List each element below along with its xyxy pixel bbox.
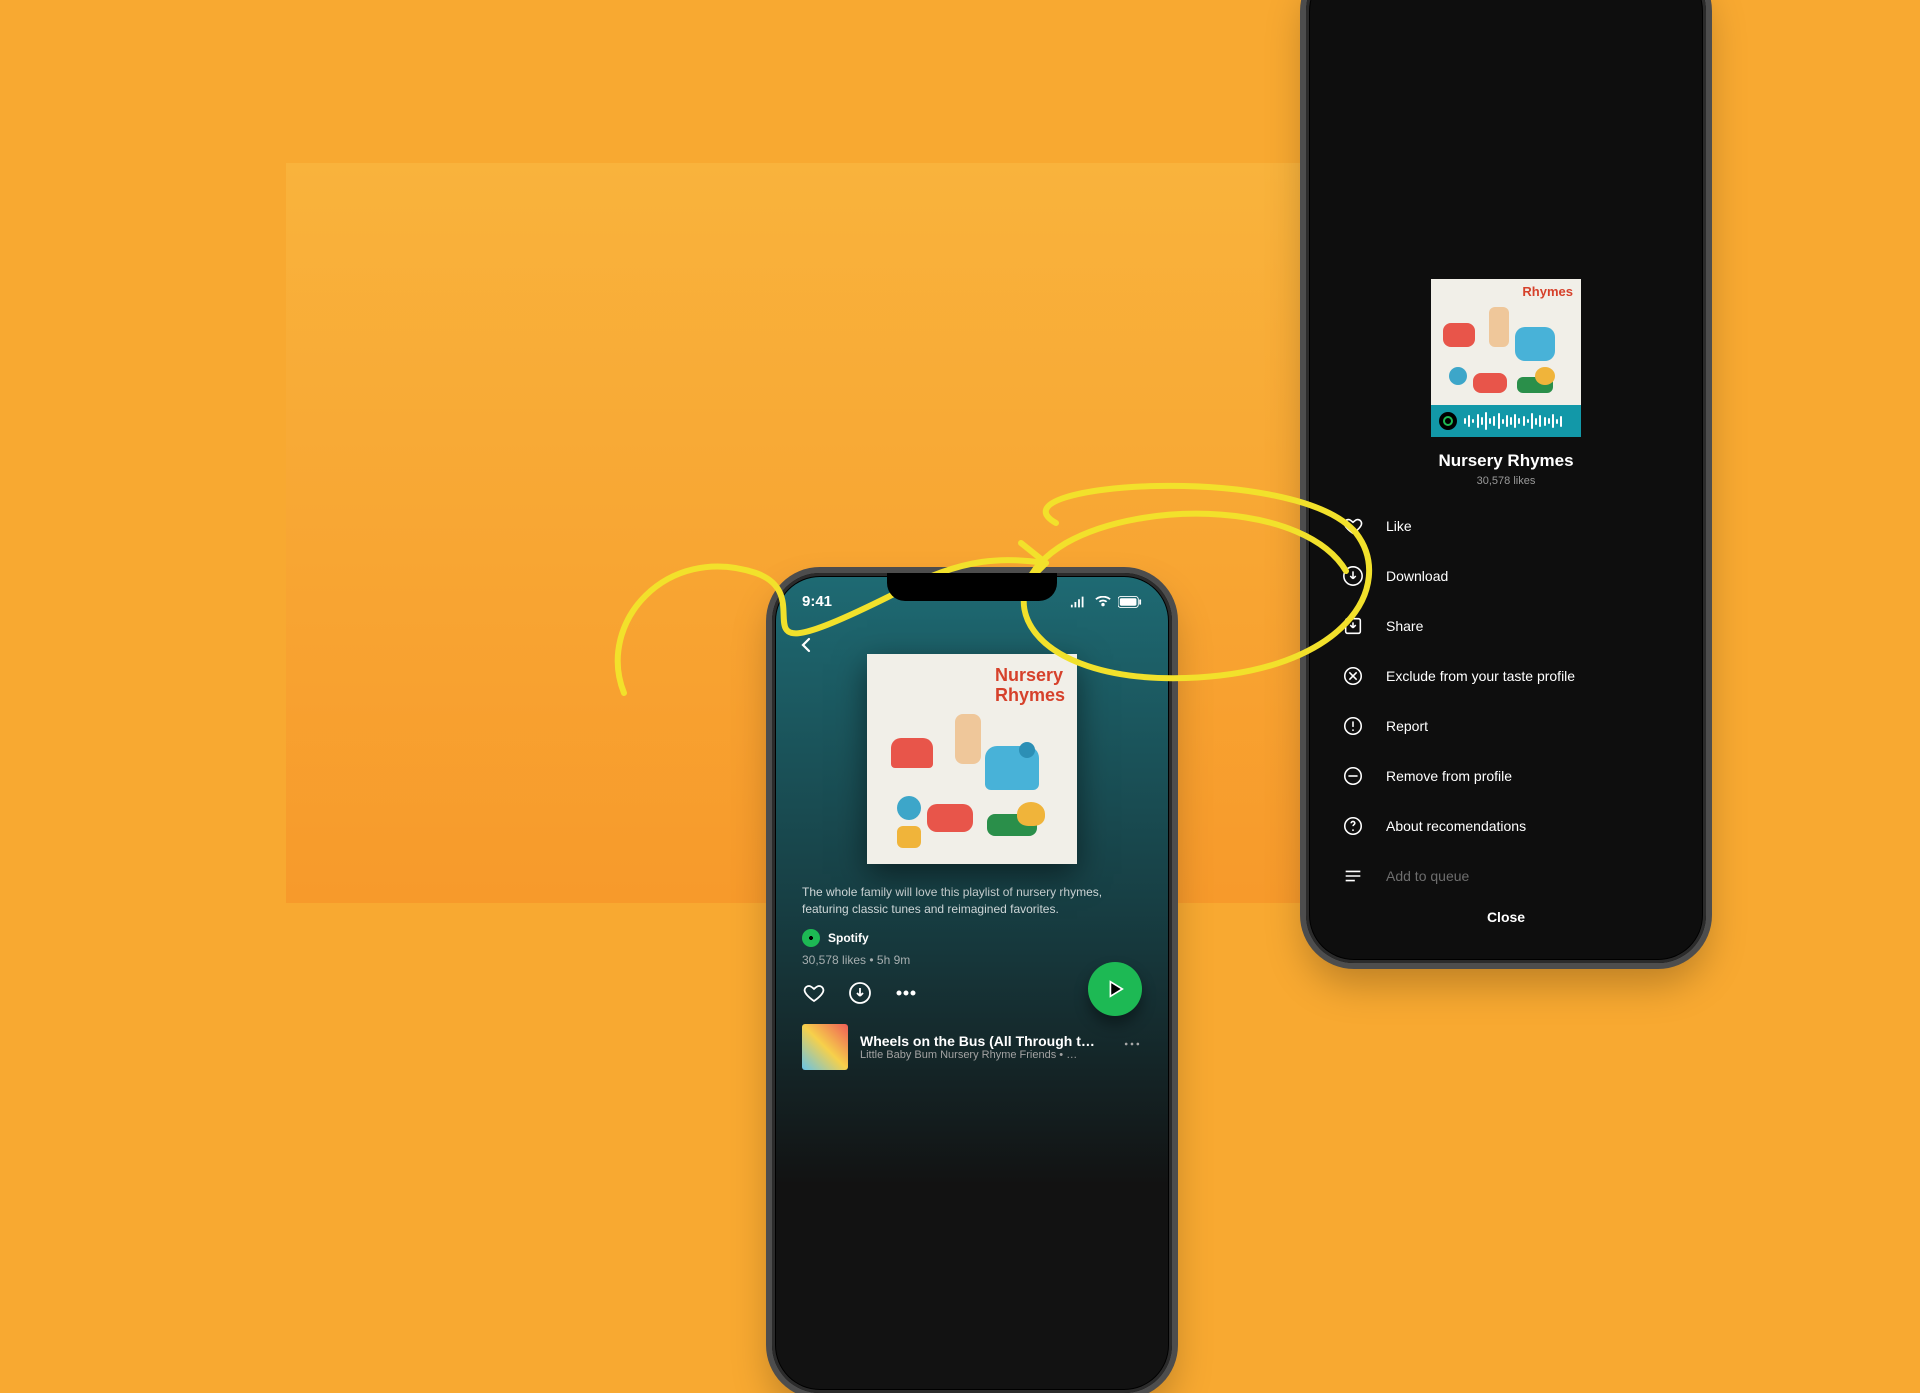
like-button[interactable] [802, 981, 826, 1010]
context-likes: 30,578 likes [1310, 475, 1702, 487]
menu-item-like[interactable]: Like [1310, 501, 1702, 551]
download-icon [848, 981, 872, 1005]
screen-options: Rhymes Nurs [1310, 0, 1702, 959]
wifi-icon [1094, 596, 1112, 608]
context-menu: Like Download Share Exclude from your taste… [1310, 501, 1702, 901]
share-icon [1342, 615, 1364, 637]
menu-item-remove[interactable]: Remove from profile [1310, 751, 1702, 801]
context-cover: Rhymes [1431, 279, 1581, 437]
play-button[interactable] [1088, 962, 1142, 1016]
play-icon [1104, 978, 1126, 1000]
track-art [802, 1024, 848, 1070]
menu-item-label: Like [1386, 518, 1412, 534]
menu-item-label: Report [1386, 718, 1428, 734]
back-button[interactable] [798, 633, 814, 659]
status-indicators [1070, 593, 1142, 610]
screen-playlist: 9:41 Nursery Rhymes [776, 577, 1168, 1389]
status-time: 9:41 [802, 593, 832, 610]
spotify-code-bars [1464, 412, 1562, 430]
track-title: Wheels on the Bus (All Through t… [860, 1033, 1110, 1049]
phone-options-menu: Rhymes Nurs [1306, 0, 1706, 963]
dots-icon [894, 981, 918, 1005]
question-icon [1342, 815, 1364, 837]
track-subtitle: Little Baby Bum Nursery Rhyme Friends • … [860, 1049, 1110, 1061]
spotify-logo-icon [802, 929, 820, 947]
menu-item-label: Share [1386, 618, 1423, 634]
spotify-code[interactable] [1431, 405, 1581, 437]
menu-item-share[interactable]: Share [1310, 601, 1702, 651]
menu-item-label: Remove from profile [1386, 768, 1512, 784]
battery-icon [1118, 596, 1142, 608]
menu-item-exclude[interactable]: Exclude from your taste profile [1310, 651, 1702, 701]
queue-icon [1342, 865, 1364, 887]
x-circle-icon [1342, 665, 1364, 687]
menu-item-about[interactable]: About recomendations [1310, 801, 1702, 851]
phone-playlist-view: 9:41 Nursery Rhymes [772, 573, 1172, 1393]
menu-item-label: Add to queue [1386, 868, 1469, 884]
playlist-actions-row [776, 981, 1168, 1010]
download-icon [1342, 565, 1364, 587]
playlist-description: The whole family will love this playlist… [776, 884, 1168, 919]
minus-circle-icon [1342, 765, 1364, 787]
menu-item-report[interactable]: Report [1310, 701, 1702, 751]
inset-panel: 9:41 Nursery Rhymes [286, 163, 1601, 903]
heart-icon [1342, 515, 1364, 537]
heart-icon [802, 981, 826, 1005]
menu-item-queue[interactable]: Add to queue [1310, 851, 1702, 901]
playlist-by[interactable]: Spotify [776, 929, 1168, 947]
menu-item-label: Download [1386, 568, 1448, 584]
playlist-cover[interactable]: Nursery Rhymes [867, 654, 1077, 864]
chevron-left-icon [798, 637, 814, 653]
context-title: Nursery Rhymes [1310, 451, 1702, 471]
spotify-logo-icon [1439, 412, 1457, 430]
by-label: Spotify [828, 931, 869, 945]
menu-item-label: Exclude from your taste profile [1386, 668, 1575, 684]
track-more-button[interactable] [1122, 1034, 1142, 1059]
track-row[interactable]: Wheels on the Bus (All Through t… Little… [776, 1010, 1168, 1070]
signal-icon [1070, 596, 1088, 608]
cover-title: Rhymes [1522, 285, 1573, 299]
more-button[interactable] [894, 981, 918, 1010]
menu-item-download[interactable]: Download [1310, 551, 1702, 601]
cover-illustration [867, 654, 1077, 864]
alert-icon [1342, 715, 1364, 737]
dots-icon [1122, 1034, 1142, 1054]
download-button[interactable] [848, 981, 872, 1010]
menu-item-label: About recomendations [1386, 818, 1526, 834]
close-button[interactable]: Close [1310, 909, 1702, 925]
